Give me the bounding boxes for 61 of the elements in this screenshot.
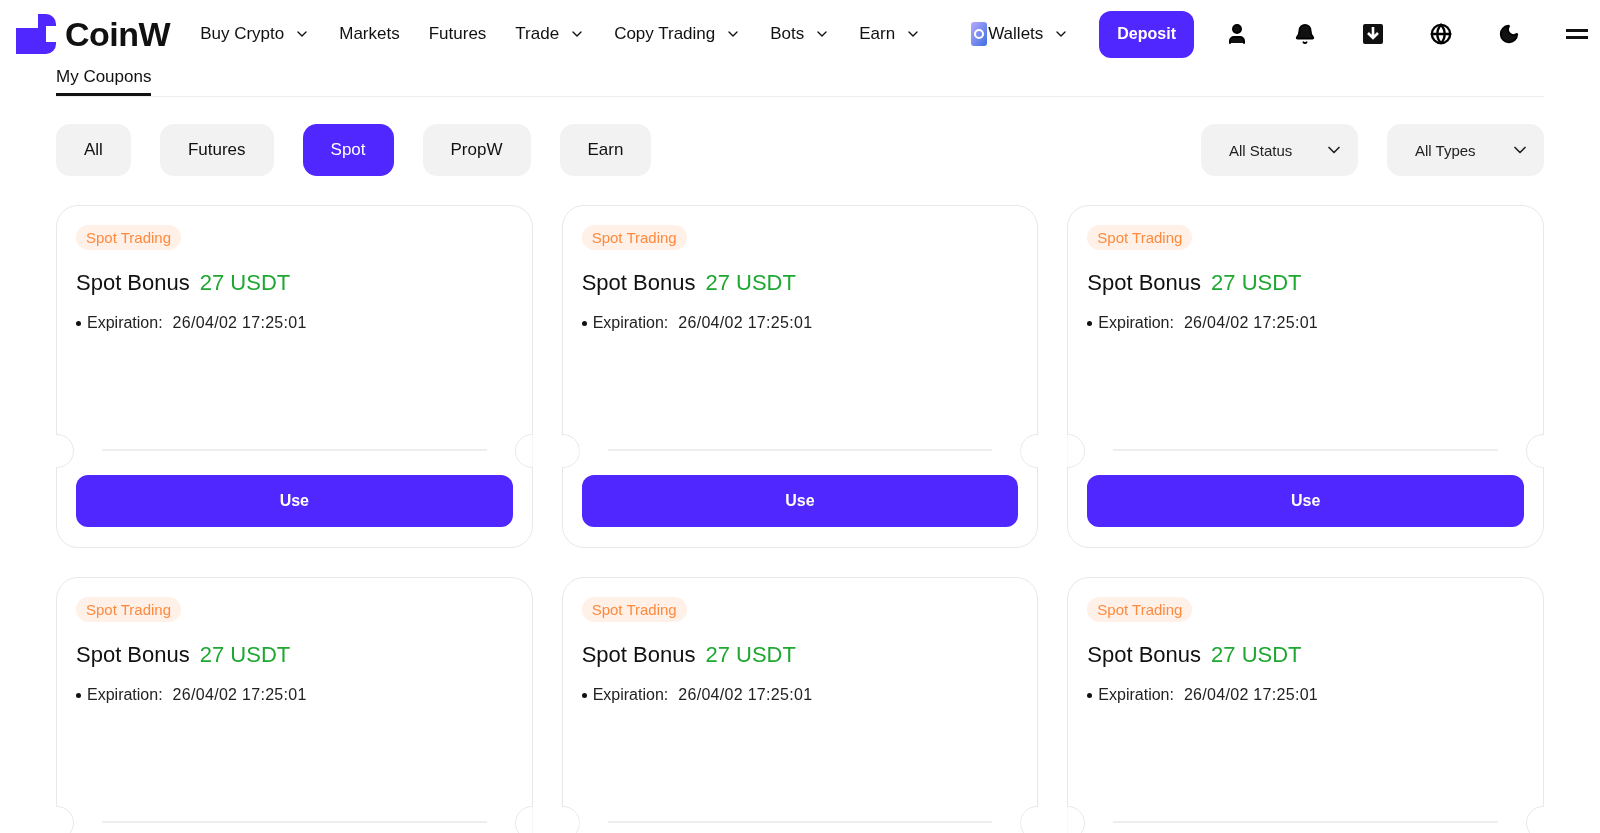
coupon-tag: Spot Trading — [581, 225, 687, 250]
coupon-tag: Spot Trading — [76, 225, 182, 250]
filter-tab[interactable]: Earn — [559, 124, 652, 176]
coupon-tag: Spot Trading — [1087, 225, 1193, 250]
app-icon[interactable] — [970, 21, 989, 47]
coupon-tag: Spot Trading — [76, 597, 182, 622]
expiration-date: 26/04/02 17:25:01 — [172, 314, 307, 332]
expiration-date: 26/04/02 17:25:01 — [678, 314, 813, 332]
nav-link[interactable]: Markets — [339, 24, 400, 44]
coupon-title: Spot Bonus — [1087, 270, 1202, 296]
coupon-amount: 27 USDT — [705, 270, 796, 296]
expiration-label: Expiration: — [1098, 314, 1174, 332]
expiration-label: Expiration: — [592, 686, 669, 704]
expiration-label: Expiration: — [1098, 686, 1174, 704]
page-tab[interactable]: My Coupons — [56, 67, 152, 96]
coupon-title: Spot Bonus — [581, 270, 696, 296]
coupon-title: Spot Bonus — [76, 270, 190, 296]
nav-link[interactable]: Futures — [428, 24, 487, 44]
expiration-date: 26/04/02 17:25:01 — [678, 686, 813, 704]
bullet-icon — [581, 320, 587, 326]
filter-tab[interactable]: PropW — [422, 124, 531, 176]
expiration-date: 26/04/02 17:25:01 — [1183, 686, 1319, 704]
logo-text: CoinW — [65, 14, 171, 54]
filter-tab[interactable]: All — [56, 124, 131, 176]
use-button[interactable]: Use — [1087, 475, 1524, 527]
bullet-icon — [1087, 692, 1093, 698]
globe-icon[interactable] — [1428, 21, 1454, 47]
download-icon[interactable] — [1360, 21, 1386, 47]
use-button[interactable]: Use — [581, 475, 1019, 527]
expiration-date: 26/04/02 17:25:01 — [1183, 314, 1319, 332]
bullet-icon — [76, 320, 81, 326]
bullet-icon — [76, 692, 81, 698]
filter-dropdown[interactable]: All Status — [1201, 124, 1358, 176]
filter-tab[interactable]: Futures — [159, 124, 274, 176]
coupon-amount: 27 USDT — [199, 642, 291, 668]
coupon-amount: 27 USDT — [199, 270, 291, 296]
coupon-amount: 27 USDT — [1211, 270, 1302, 296]
nav-link[interactable]: Earn — [859, 24, 922, 44]
expiration-label: Expiration: — [87, 686, 163, 704]
coupon-amount: 27 USDT — [705, 642, 796, 668]
nav-link[interactable]: Copy Trading — [614, 24, 742, 44]
coupon-title: Spot Bonus — [581, 642, 696, 668]
deposit-button[interactable]: Deposit — [1099, 10, 1194, 58]
coupon-title: Spot Bonus — [1087, 642, 1202, 668]
expiration-label: Expiration: — [87, 314, 163, 332]
nav-link[interactable]: Trade — [515, 24, 586, 44]
filter-dropdown[interactable]: All Types — [1387, 124, 1544, 176]
filter-tab[interactable]: Spot — [302, 124, 394, 176]
use-button[interactable]: Use — [76, 475, 513, 527]
nav-link[interactable]: Buy Crypto — [200, 24, 311, 44]
expiration-date: 26/04/02 17:25:01 — [172, 686, 307, 704]
nav-link[interactable]: Bots — [770, 24, 831, 44]
logo-icon — [16, 14, 56, 54]
bullet-icon — [581, 692, 587, 698]
coupon-amount: 27 USDT — [1211, 642, 1302, 668]
coupon-tag: Spot Trading — [581, 597, 687, 622]
coupon-title: Spot Bonus — [76, 642, 190, 668]
wallets-menu[interactable]: Wallets — [988, 24, 1070, 44]
bullet-icon — [1087, 320, 1093, 326]
coupon-tag: Spot Trading — [1087, 597, 1193, 622]
expiration-label: Expiration: — [592, 314, 669, 332]
